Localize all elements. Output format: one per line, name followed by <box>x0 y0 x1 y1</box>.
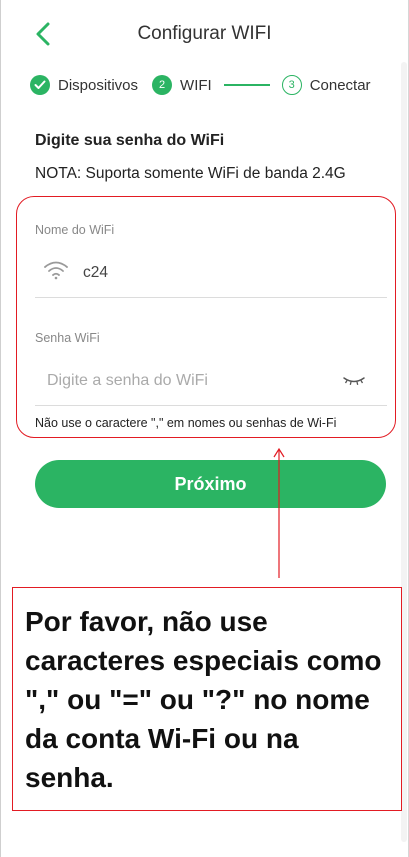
step-label-conectar: Conectar <box>309 76 371 94</box>
section-heading: Digite sua senha do WiFi <box>35 132 225 149</box>
password-placeholder: Digite a senha do WiFi <box>47 372 208 389</box>
annotation-callout-text: Por favor, não use caracteres especiais … <box>25 606 382 793</box>
step-connector <box>223 84 270 86</box>
annotation-arrow <box>273 447 285 578</box>
wifi-password-input[interactable]: Digite a senha do WiFi <box>35 364 387 406</box>
step-label-wifi: WIFI <box>180 76 212 94</box>
next-button[interactable]: Próximo <box>35 460 386 508</box>
step-label-dispositivos: Dispositivos <box>58 76 139 94</box>
band-note: NOTA: Suporta somente WiFi de banda 2.4G <box>35 165 346 182</box>
wifi-name-value: c24 <box>83 264 108 281</box>
wifi-icon <box>44 261 68 280</box>
annotation-callout: Por favor, não use caracteres especiais … <box>12 587 402 811</box>
eye-closed-icon[interactable] <box>343 374 365 388</box>
step-number-2: 2 <box>152 75 173 95</box>
step-number-3: 3 <box>281 75 302 95</box>
wifi-name-field[interactable]: c24 <box>35 258 387 298</box>
wifi-name-label: Nome do WiFi <box>35 223 115 237</box>
stepper: Dispositivos 2 WIFI 3 Conectar <box>30 74 371 96</box>
step-done-icon <box>30 75 50 95</box>
wifi-password-label: Senha WiFi <box>35 331 100 345</box>
special-char-warning: Não use o caractere "," em nomes ou senh… <box>35 416 337 430</box>
page-title: Configurar WIFI <box>137 23 272 44</box>
header: Configurar WIFI <box>0 14 409 54</box>
